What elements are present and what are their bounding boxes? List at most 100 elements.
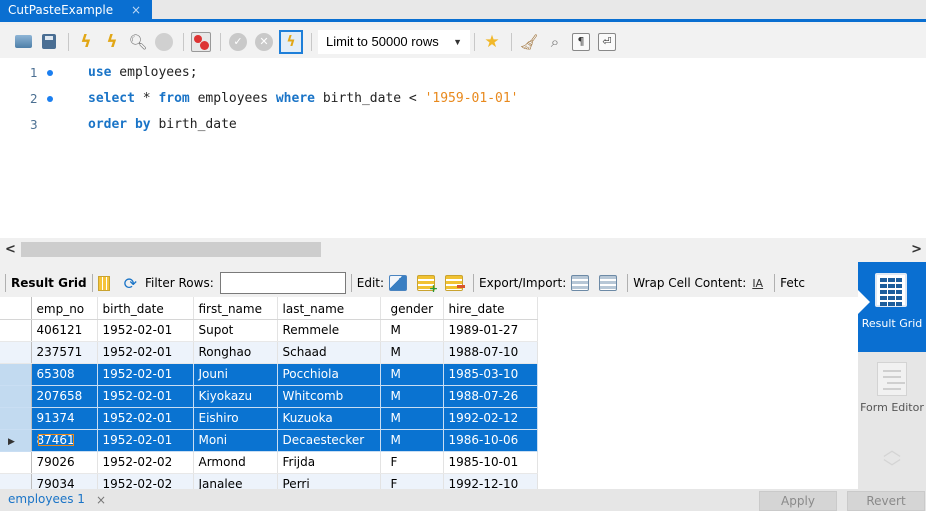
chevron-down-icon[interactable]: ﹀ bbox=[882, 460, 902, 478]
toggle-error-icon[interactable] bbox=[190, 31, 212, 53]
cell-gender[interactable]: M bbox=[380, 407, 444, 430]
find-icon[interactable]: ⌕ bbox=[544, 31, 566, 53]
cell-emp-no[interactable]: 237571 bbox=[31, 341, 98, 364]
cell-first-name[interactable]: Supot bbox=[193, 319, 278, 342]
column-header-last-name[interactable]: last_name bbox=[277, 297, 381, 320]
cell-hire-date[interactable]: 1988-07-10 bbox=[443, 341, 538, 364]
cell-last-name[interactable]: Schaad bbox=[277, 341, 381, 364]
editor-line[interactable]: 1 use employees; bbox=[0, 60, 926, 86]
cell-gender[interactable]: M bbox=[380, 429, 444, 452]
scrollbar-thumb[interactable] bbox=[21, 242, 321, 257]
wrap-lines-icon[interactable]: ⏎ bbox=[596, 31, 618, 53]
rollback-icon[interactable]: ✕ bbox=[253, 31, 275, 53]
cell-hire-date[interactable]: 1992-02-12 bbox=[443, 407, 538, 430]
cell-emp-no[interactable]: 207658 bbox=[31, 385, 98, 408]
column-header-first-name[interactable]: first_name bbox=[193, 297, 278, 320]
sql-editor[interactable]: 1 use employees; 2 select * from employees … bbox=[0, 58, 926, 238]
cell-hire-date[interactable]: 1988-07-26 bbox=[443, 385, 538, 408]
cell-first-name[interactable]: Armond bbox=[193, 451, 278, 474]
cell-last-name[interactable]: Remmele bbox=[277, 319, 381, 342]
cell-hire-date[interactable]: 1992-12-10 bbox=[443, 473, 538, 489]
autocommit-icon[interactable]: ϟ bbox=[279, 29, 303, 54]
commit-icon[interactable]: ✓ bbox=[227, 31, 249, 53]
cell-hire-date[interactable]: 1985-10-01 bbox=[443, 451, 538, 474]
cell-gender[interactable]: F bbox=[380, 451, 444, 474]
row-header[interactable] bbox=[0, 319, 32, 342]
apply-button[interactable]: Apply bbox=[759, 491, 837, 511]
cell-emp-no[interactable]: 79026 bbox=[31, 451, 98, 474]
open-folder-icon[interactable] bbox=[12, 31, 34, 53]
row-header[interactable] bbox=[0, 363, 32, 386]
cell-emp-no[interactable]: 79034 bbox=[31, 473, 98, 489]
cell-first-name[interactable]: Janalee bbox=[193, 473, 278, 489]
cell-hire-date[interactable]: 1989-01-27 bbox=[443, 319, 538, 342]
close-result-tab-icon[interactable]: × bbox=[96, 493, 106, 507]
cell-emp-no[interactable]: 65308 bbox=[31, 363, 98, 386]
cell-birth-date[interactable]: 1952-02-02 bbox=[97, 473, 194, 489]
cell-gender[interactable]: M bbox=[380, 319, 444, 342]
cell-hire-date[interactable]: 1985-03-10 bbox=[443, 363, 538, 386]
row-header[interactable] bbox=[0, 451, 32, 474]
cell-birth-date[interactable]: 1952-02-01 bbox=[97, 363, 194, 386]
invisible-chars-icon[interactable]: ¶ bbox=[570, 31, 592, 53]
execute-icon[interactable]: ϟ bbox=[75, 31, 97, 53]
chevron-up-icon[interactable]: ︿ bbox=[882, 442, 902, 460]
cell-first-name[interactable]: Jouni bbox=[193, 363, 278, 386]
table-row[interactable]: 207658 1952-02-01 Kiyokazu Whitcomb M 1988-07… bbox=[0, 385, 538, 408]
horizontal-scrollbar[interactable]: < > bbox=[0, 238, 926, 262]
row-header[interactable] bbox=[0, 473, 32, 489]
scroll-right-icon[interactable]: > bbox=[911, 242, 922, 257]
cell-last-name[interactable]: Whitcomb bbox=[277, 385, 381, 408]
cell-first-name[interactable]: Moni bbox=[193, 429, 278, 452]
cell-emp-no[interactable]: 87461 bbox=[31, 429, 98, 452]
table-row[interactable]: 65308 1952-02-01 Jouni Pocchiola M 1985-03-10 bbox=[0, 363, 538, 386]
cell-last-name[interactable]: Kuzuoka bbox=[277, 407, 381, 430]
revert-button[interactable]: Revert bbox=[847, 491, 925, 511]
edit-pencil-icon[interactable] bbox=[389, 275, 408, 291]
result-grid-view-button[interactable]: Result Grid bbox=[858, 262, 926, 352]
table-row[interactable]: 79034 1952-02-02 Janalee Perri F 1992-12-10 bbox=[0, 473, 538, 489]
add-favorite-icon[interactable]: ★ bbox=[481, 31, 503, 53]
close-tab-icon[interactable]: × bbox=[131, 3, 141, 17]
explain-icon[interactable]: 🔍︎ bbox=[127, 31, 149, 53]
row-header[interactable]: ▶ bbox=[0, 429, 32, 452]
cell-hire-date[interactable]: 1986-10-06 bbox=[443, 429, 538, 452]
table-row[interactable]: ▶ 87461 1952-02-01 Moni Decaestecker M 1986-10… bbox=[0, 429, 538, 452]
execute-current-icon[interactable]: ϟ bbox=[101, 31, 123, 53]
row-header[interactable] bbox=[0, 385, 32, 408]
beautify-icon[interactable]: 🧹︎ bbox=[518, 31, 540, 53]
column-header-birth-date[interactable]: birth_date bbox=[97, 297, 194, 320]
cell-birth-date[interactable]: 1952-02-02 bbox=[97, 451, 194, 474]
cell-birth-date[interactable]: 1952-02-01 bbox=[97, 319, 194, 342]
cell-emp-no[interactable]: 91374 bbox=[31, 407, 98, 430]
table-row[interactable]: 406121 1952-02-01 Supot Remmele M 1989-01-27 bbox=[0, 319, 538, 342]
column-header-emp-no[interactable]: emp_no bbox=[31, 297, 98, 320]
editor-line[interactable]: 2 select * from employees where birth_dat… bbox=[0, 86, 926, 112]
active-cell-value[interactable]: 87461 bbox=[37, 433, 75, 447]
cell-first-name[interactable]: Kiyokazu bbox=[193, 385, 278, 408]
cell-last-name[interactable]: Perri bbox=[277, 473, 381, 489]
cell-first-name[interactable]: Eishiro bbox=[193, 407, 278, 430]
cell-emp-no[interactable]: 406121 bbox=[31, 319, 98, 342]
cell-last-name[interactable]: Frijda bbox=[277, 451, 381, 474]
filter-rows-input[interactable] bbox=[219, 272, 346, 294]
delete-row-icon[interactable] bbox=[445, 275, 466, 291]
table-row[interactable]: 91374 1952-02-01 Eishiro Kuzuoka M 1992-02-12 bbox=[0, 407, 538, 430]
cell-last-name[interactable]: Decaestecker bbox=[277, 429, 381, 452]
table-row[interactable]: 79026 1952-02-02 Armond Frijda F 1985-10-01 bbox=[0, 451, 538, 474]
column-header-gender[interactable]: gender bbox=[380, 297, 444, 320]
cell-birth-date[interactable]: 1952-02-01 bbox=[97, 429, 194, 452]
save-icon[interactable] bbox=[38, 31, 60, 53]
cell-gender[interactable]: M bbox=[380, 341, 444, 364]
cell-birth-date[interactable]: 1952-02-01 bbox=[97, 407, 194, 430]
export-icon[interactable] bbox=[571, 275, 590, 291]
cell-gender[interactable]: F bbox=[380, 473, 444, 489]
scroll-left-icon[interactable]: < bbox=[5, 242, 16, 257]
limit-rows-select[interactable]: Limit to 50000 rows ▼ bbox=[318, 29, 470, 54]
cell-last-name[interactable]: Pocchiola bbox=[277, 363, 381, 386]
row-header[interactable] bbox=[0, 341, 32, 364]
stop-icon[interactable] bbox=[153, 31, 175, 53]
import-icon[interactable] bbox=[599, 275, 618, 291]
editor-line[interactable]: 3 order by birth_date bbox=[0, 112, 926, 138]
cell-gender[interactable]: M bbox=[380, 363, 444, 386]
